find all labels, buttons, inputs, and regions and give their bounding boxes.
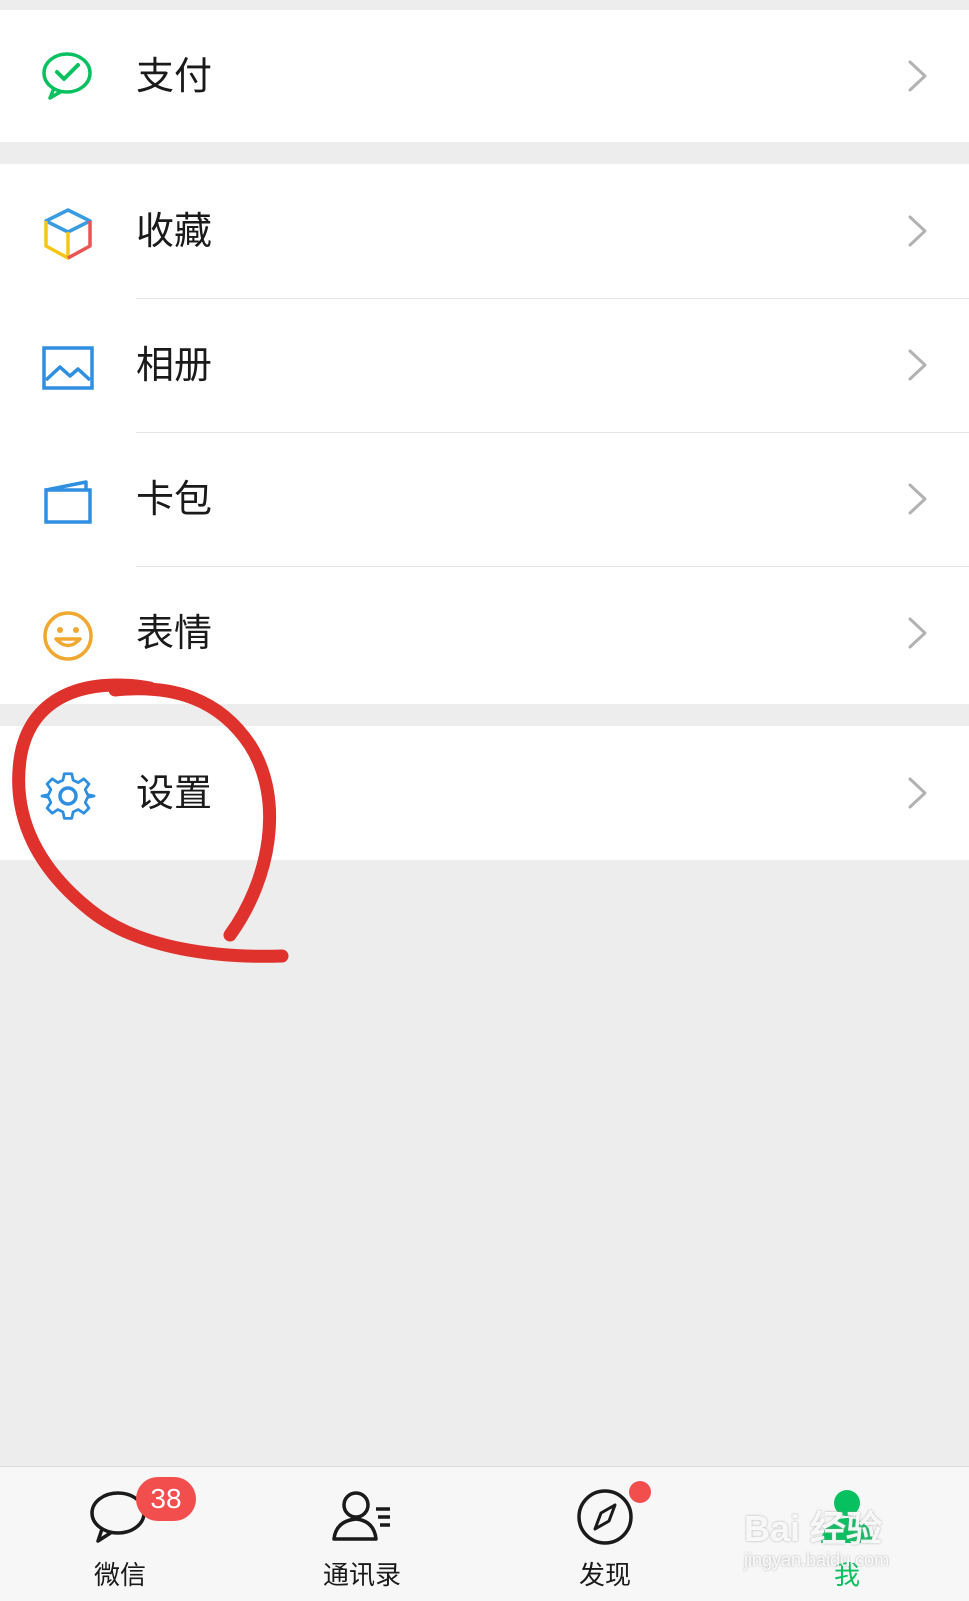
unread-badge: 38 xyxy=(136,1477,196,1521)
tab-discover[interactable]: 发现 xyxy=(505,1467,705,1601)
wechat-pay-icon xyxy=(42,52,92,100)
menu-item-settings-label: 设置 xyxy=(136,771,213,815)
menu-item-favorites[interactable]: 收藏 xyxy=(0,164,969,298)
menu-item-settings[interactable]: 设置 xyxy=(0,726,969,860)
menu-item-album-label: 相册 xyxy=(136,343,213,387)
tab-discover-label: 发现 xyxy=(578,1561,631,1591)
chevron-right-icon xyxy=(908,349,927,381)
chevron-right-icon xyxy=(908,60,927,92)
menu-item-stickers-label: 表情 xyxy=(136,611,213,655)
notification-dot xyxy=(629,1481,651,1503)
chevron-right-icon xyxy=(908,777,927,809)
gear-icon xyxy=(40,772,96,820)
smiley-icon xyxy=(43,611,93,661)
menu-item-pay[interactable]: 支付 xyxy=(0,10,969,142)
chevron-right-icon xyxy=(908,617,927,649)
wallet-card-icon xyxy=(44,480,92,524)
menu-item-stickers[interactable]: 表情 xyxy=(0,566,969,700)
compass-icon xyxy=(577,1489,633,1545)
menu-item-cards[interactable]: 卡包 xyxy=(0,432,969,566)
tab-chats[interactable]: 38 微信 xyxy=(20,1467,220,1601)
menu-item-pay-label: 支付 xyxy=(136,54,213,98)
chevron-right-icon xyxy=(908,483,927,515)
bottom-tab-bar: 38 微信 通讯录 发现 我 xyxy=(0,1466,969,1601)
person-icon xyxy=(821,1490,873,1543)
me-screen: 支付 收藏 相册 卡包 表情 设置 38 微信 通讯录 发现 我 Bai 经验 … xyxy=(0,0,969,1601)
tab-contacts-label: 通讯录 xyxy=(322,1561,401,1591)
tab-me-label: 我 xyxy=(833,1561,860,1591)
group-main: 收藏 相册 卡包 表情 xyxy=(0,164,969,704)
menu-item-album[interactable]: 相册 xyxy=(0,298,969,432)
tab-contacts[interactable]: 通讯录 xyxy=(262,1467,462,1601)
contacts-icon xyxy=(332,1491,390,1541)
cube-icon xyxy=(44,208,92,260)
picture-icon xyxy=(42,346,94,390)
tab-chats-label: 微信 xyxy=(93,1561,146,1591)
menu-item-favorites-label: 收藏 xyxy=(136,209,213,253)
chevron-right-icon xyxy=(908,215,927,247)
group-pay: 支付 xyxy=(0,10,969,142)
menu-item-cards-label: 卡包 xyxy=(136,477,213,521)
tab-me[interactable]: 我 xyxy=(747,1467,947,1601)
group-settings: 设置 xyxy=(0,726,969,860)
